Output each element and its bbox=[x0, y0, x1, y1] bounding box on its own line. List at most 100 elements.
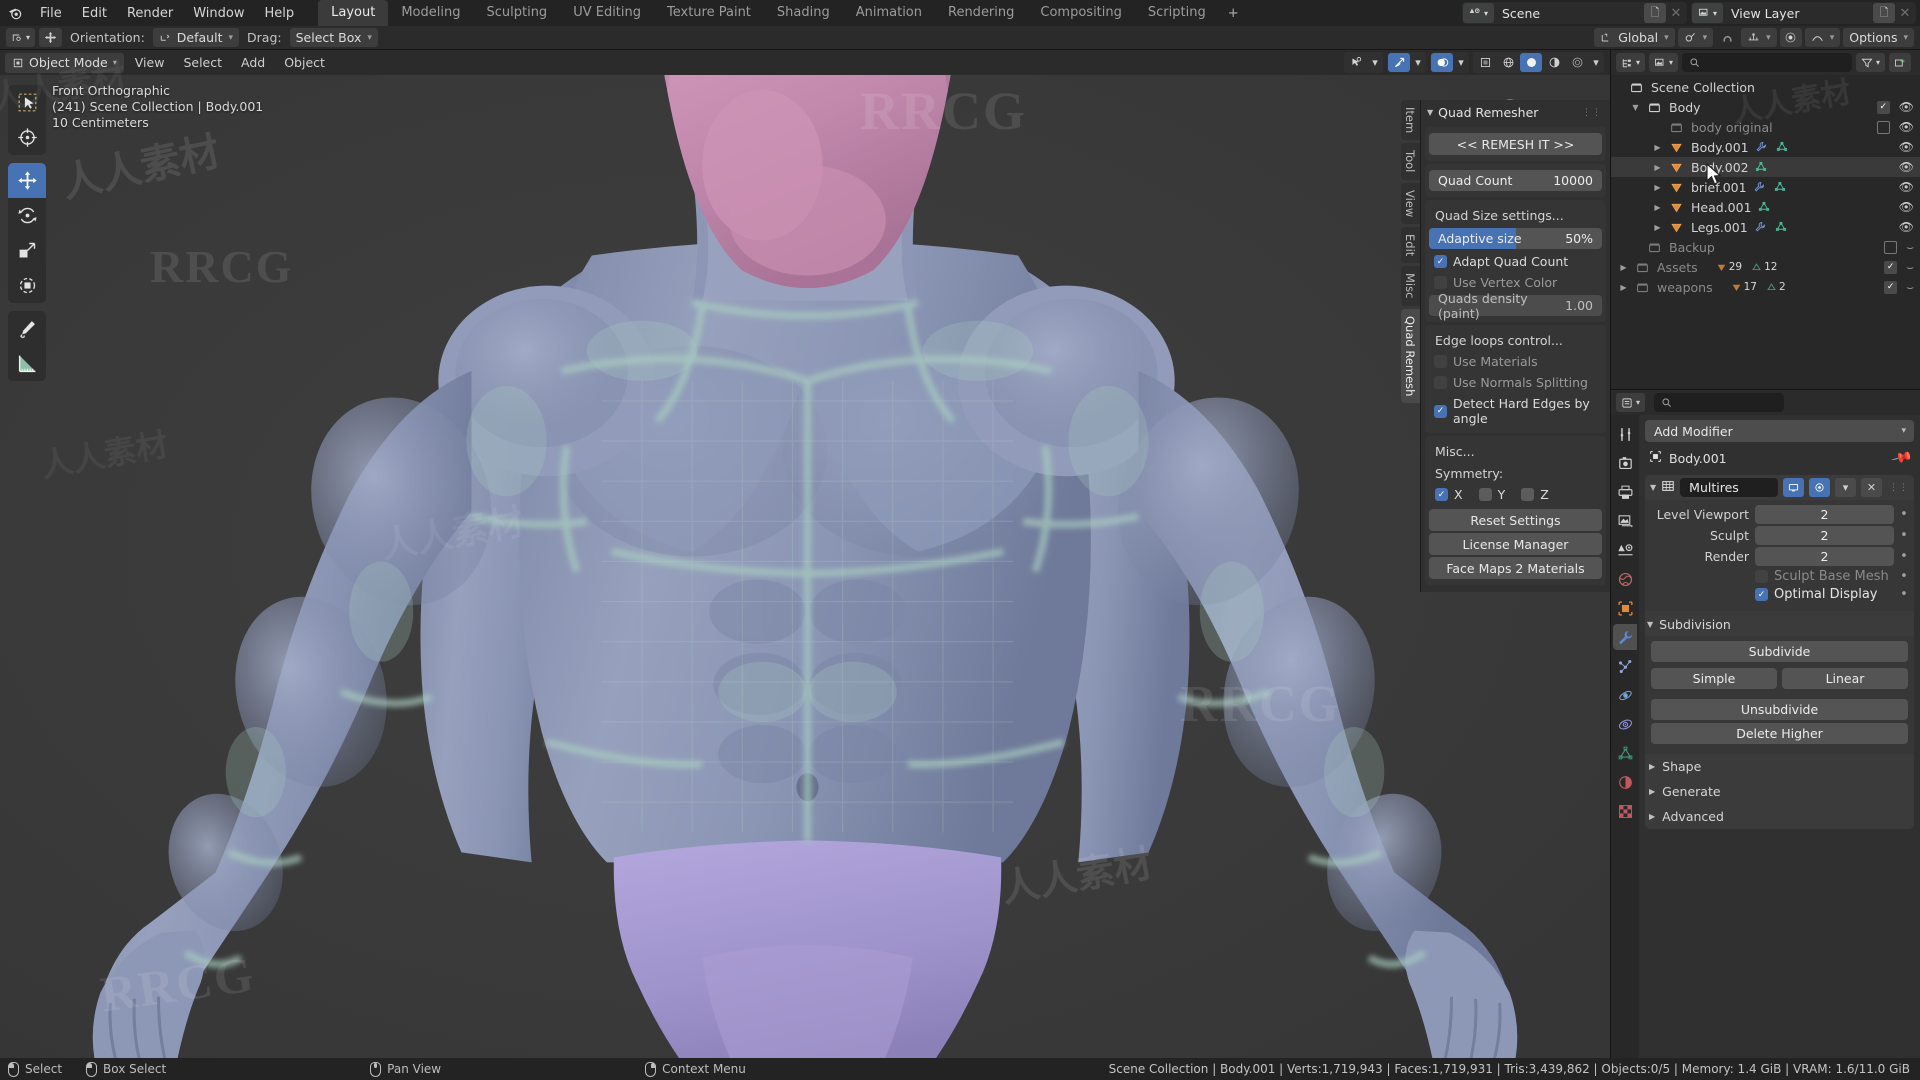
orientation-dropdown[interactable]: Default ▾ bbox=[153, 28, 239, 47]
pin-icon[interactable]: 📌 bbox=[1890, 447, 1913, 470]
world-icon[interactable] bbox=[1613, 566, 1637, 592]
tab-misc[interactable]: Misc bbox=[1401, 266, 1420, 305]
adaptive-size-slider[interactable]: Adaptive size 50% bbox=[1429, 228, 1602, 249]
wrench-icon[interactable] bbox=[1753, 141, 1770, 153]
mesh-data-icon[interactable] bbox=[1753, 161, 1770, 173]
wrench-icon[interactable] bbox=[1752, 221, 1769, 233]
menu-render[interactable]: Render bbox=[117, 3, 183, 24]
exclude-checkbox[interactable] bbox=[1884, 241, 1897, 254]
use-materials-checkbox[interactable]: Use Materials bbox=[1429, 351, 1602, 372]
quad-remesher-header[interactable]: ▼ Quad Remesher ⋮⋮ bbox=[1421, 100, 1610, 124]
disclosure-right-icon[interactable]: ▶ bbox=[1651, 183, 1664, 192]
viewport-menu-object[interactable]: Object bbox=[276, 53, 333, 72]
eye-icon[interactable]: 👁 bbox=[1899, 200, 1914, 214]
material-icon[interactable] bbox=[1613, 769, 1637, 795]
remove-view-layer-icon[interactable]: ✕ bbox=[1895, 3, 1915, 23]
chevron-down-icon[interactable]: ▾ bbox=[1589, 53, 1603, 72]
view-layer-icon[interactable] bbox=[1613, 508, 1637, 534]
move-tool[interactable] bbox=[8, 163, 46, 198]
transform-orientation-dropdown[interactable]: Global ▾ bbox=[1594, 28, 1674, 47]
animate-property-icon[interactable]: • bbox=[1900, 587, 1908, 602]
render-value[interactable]: 2 bbox=[1755, 547, 1894, 566]
move-gizmo-icon[interactable] bbox=[39, 28, 62, 47]
tab-add-workspace[interactable]: + bbox=[1219, 1, 1248, 26]
show-gizmo-icon[interactable] bbox=[1388, 53, 1410, 72]
object-icon[interactable] bbox=[1613, 595, 1637, 621]
eye-closed-icon[interactable]: ⌣ bbox=[1906, 260, 1914, 275]
symmetry-y-checkbox[interactable]: Y bbox=[1479, 487, 1506, 502]
tab-compositing[interactable]: Compositing bbox=[1027, 0, 1135, 26]
measure-tool[interactable] bbox=[8, 346, 46, 381]
animate-property-icon[interactable]: • bbox=[1900, 507, 1908, 522]
properties-search-input[interactable] bbox=[1654, 393, 1784, 412]
rotate-tool[interactable] bbox=[8, 198, 46, 233]
disclosure-right-icon[interactable]: ▶ bbox=[1651, 203, 1664, 212]
view-layer-name[interactable]: View Layer bbox=[1723, 3, 1873, 23]
outliner-row-legs-001[interactable]: ▶ Legs.001 👁 bbox=[1611, 217, 1920, 237]
snap-magnet-icon[interactable] bbox=[1716, 28, 1738, 47]
tab-rendering[interactable]: Rendering bbox=[935, 0, 1027, 26]
tab-uv-editing[interactable]: UV Editing bbox=[560, 0, 654, 26]
outliner-row-brief-001[interactable]: ▶ brief.001 👁 bbox=[1611, 177, 1920, 197]
exclude-checkbox[interactable]: ✓ bbox=[1884, 281, 1897, 294]
disclosure-right-icon[interactable]: ▶ bbox=[1651, 163, 1664, 172]
eye-icon[interactable]: 👁 bbox=[1899, 180, 1914, 194]
tab-view[interactable]: View bbox=[1401, 183, 1420, 224]
unsubdivide-button[interactable]: Unsubdivide bbox=[1651, 699, 1908, 720]
snap-pivot-dropdown[interactable]: ▾ bbox=[1678, 28, 1714, 47]
exclude-checkbox[interactable] bbox=[1877, 121, 1890, 134]
license-manager-button[interactable]: License Manager bbox=[1429, 533, 1602, 555]
proportional-editing-icon[interactable] bbox=[1780, 28, 1802, 47]
editor-type-icon[interactable]: ▾ bbox=[1616, 53, 1645, 72]
exclude-checkbox[interactable]: ✓ bbox=[1884, 261, 1897, 274]
exclude-checkbox[interactable]: ✓ bbox=[1877, 101, 1890, 114]
menu-edit[interactable]: Edit bbox=[72, 3, 117, 24]
view-layer-selector[interactable]: ▾ View Layer 🗋 ✕ bbox=[1691, 2, 1916, 24]
delete-higher-button[interactable]: Delete Higher bbox=[1651, 723, 1908, 744]
snap-to-dropdown[interactable]: ▾ bbox=[1741, 28, 1777, 47]
scene-icon[interactable] bbox=[1613, 537, 1637, 563]
symmetry-x-checkbox[interactable]: ✓ X bbox=[1435, 487, 1463, 502]
use-normals-splitting-checkbox[interactable]: Use Normals Splitting bbox=[1429, 372, 1602, 393]
scene-name[interactable]: Scene bbox=[1494, 3, 1644, 23]
shape-section-header[interactable]: ▶ Shape bbox=[1645, 754, 1914, 779]
tab-tool[interactable]: Tool bbox=[1401, 143, 1420, 179]
solid-shading-icon[interactable] bbox=[1520, 53, 1542, 72]
constraints-icon[interactable] bbox=[1613, 711, 1637, 737]
object-visibility-icon[interactable] bbox=[1345, 53, 1367, 72]
adapt-quad-count-checkbox[interactable]: ✓ Adapt Quad Count bbox=[1429, 251, 1602, 272]
menu-file[interactable]: File bbox=[30, 3, 72, 24]
viewport-menu-add[interactable]: Add bbox=[233, 53, 273, 72]
viewport-menu-select[interactable]: Select bbox=[175, 53, 230, 72]
animate-property-icon[interactable]: • bbox=[1900, 528, 1908, 543]
render-icon[interactable] bbox=[1613, 450, 1637, 476]
modifier-icon[interactable] bbox=[1613, 624, 1637, 650]
editor-type-icon[interactable]: ▾ bbox=[1616, 393, 1645, 412]
outliner-row-body-collection[interactable]: ▼ Body ✓ 👁 bbox=[1611, 97, 1920, 117]
outliner-row-body-original[interactable]: body original 👁 bbox=[1611, 117, 1920, 137]
tool-icon[interactable] bbox=[1613, 421, 1637, 447]
linear-button[interactable]: Linear bbox=[1782, 668, 1908, 689]
modifier-extras-icon[interactable]: ▾ bbox=[1835, 478, 1856, 497]
drag-dropdown[interactable]: Select Box ▾ bbox=[290, 28, 378, 47]
eye-closed-icon[interactable]: ⌣ bbox=[1906, 240, 1914, 255]
blender-logo-icon[interactable] bbox=[0, 5, 30, 22]
outliner-row-head-001[interactable]: ▶ Head.001 👁 bbox=[1611, 197, 1920, 217]
disclosure-right-icon[interactable]: ▶ bbox=[1651, 143, 1664, 152]
chevron-down-icon[interactable]: ▾ bbox=[1411, 53, 1425, 72]
sculpt-value[interactable]: 2 bbox=[1755, 526, 1894, 545]
proportional-falloff-dropdown[interactable]: ▾ bbox=[1805, 28, 1841, 47]
menu-window[interactable]: Window bbox=[183, 3, 254, 24]
mesh-data-icon[interactable] bbox=[1772, 181, 1789, 193]
mesh-data-icon[interactable] bbox=[1756, 201, 1773, 213]
new-view-layer-icon[interactable]: 🗋 bbox=[1873, 3, 1895, 23]
view-layer-icon[interactable]: ▾ bbox=[1692, 3, 1723, 23]
tab-texture-paint[interactable]: Texture Paint bbox=[654, 0, 764, 26]
outliner-row-backup[interactable]: Backup ⌣ bbox=[1611, 237, 1920, 257]
misc-label[interactable]: Misc... bbox=[1429, 440, 1602, 462]
quads-density-field[interactable]: Quads density (paint) 1.00 bbox=[1429, 295, 1602, 316]
scene-selector[interactable]: ▾ Scene 🗋 ✕ bbox=[1462, 2, 1687, 24]
show-overlays-icon[interactable] bbox=[1431, 53, 1453, 72]
disclosure-right-icon[interactable]: ▶ bbox=[1617, 263, 1630, 272]
tab-edit[interactable]: Edit bbox=[1401, 227, 1420, 263]
